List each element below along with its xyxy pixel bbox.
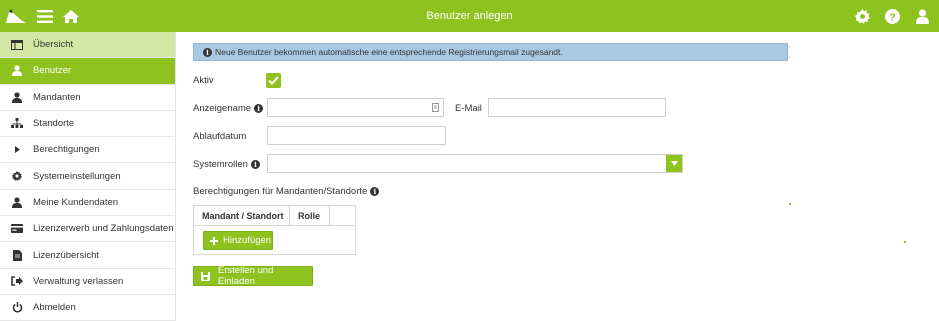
anzeigename-label: Anzeigename i [193,103,264,114]
sidebar: Übersicht Benutzer Mandanten Standorte B… [0,32,176,321]
power-icon [10,302,24,314]
sidebar-item-verwaltung-verlassen[interactable]: Verwaltung verlassen [0,269,175,295]
systemrollen-select[interactable] [267,154,683,173]
systemrollen-label: Systemrollen i [193,159,260,170]
sidebar-item-lizenzuebersicht[interactable]: Lizenzübersicht [0,242,175,269]
ablaufdatum-label: Ablaufdatum [193,131,246,142]
sidebar-item-lizenzerwerb[interactable]: Lizenzerwerb und Zahlungsdaten [0,216,175,243]
user-icon [10,65,24,77]
sidebar-item-label: Berechtigungen [33,144,100,156]
sidebar-item-label: Übersicht [33,39,74,51]
column-header-rolle: Rolle [290,206,330,225]
sitemap-icon [10,118,24,130]
chevron-down-icon[interactable] [666,155,682,172]
anzeigename-input[interactable] [267,98,444,117]
sidebar-item-uebersicht[interactable]: Übersicht [0,32,175,59]
systemrollen-label-text: Systemrollen [193,159,248,170]
sidebar-item-label: Systemeinstellungen [33,170,121,182]
create-and-invite-label: Erstellen und Einladen [217,265,274,287]
permissions-label: Berechtigungen für Mandanten/Standorte i [193,186,380,197]
add-button[interactable]: Hinzufügen [203,231,273,250]
user-icon[interactable] [909,0,935,32]
sidebar-item-label: Lizenzübersicht [33,249,100,261]
sign-out-icon [10,275,24,287]
sidebar-item-standorte[interactable]: Standorte [0,111,175,138]
users-icon [10,91,24,103]
users-icon [10,196,24,208]
column-header-mandant: Mandant / Standort [194,206,290,225]
info-banner: i Neue Benutzer bekommen automatische ei… [193,43,788,61]
aktiv-checkbox[interactable] [266,73,281,88]
email-label-text: E-Mail [455,103,482,114]
sidebar-item-label: Lizenzerwerb und Zahlungsdaten [33,223,174,235]
menu-icon[interactable] [32,0,58,32]
svg-text:?: ? [889,12,895,23]
sidebar-item-abmelden[interactable]: Abmelden [0,295,175,321]
gear-icon[interactable] [849,0,875,32]
credit-card-icon [10,223,24,235]
sidebar-item-label: Standorte [33,118,75,130]
home-icon[interactable] [58,0,84,32]
sidebar-item-mandanten[interactable]: Mandanten [0,85,175,111]
info-icon[interactable]: i [370,187,380,196]
sidebar-item-label: Meine Kundendaten [33,196,119,208]
sidebar-item-label: Abmelden [33,302,76,314]
main-content: i Neue Benutzer bekommen automatische ei… [176,32,939,321]
permissions-label-text: Berechtigungen für Mandanten/Standorte [193,186,368,197]
create-and-invite-button[interactable]: Erstellen und Einladen [193,265,313,287]
save-icon [201,271,210,281]
sidebar-item-systemeinstellungen[interactable]: Systemeinstellungen [0,163,175,190]
email-label: E-Mail [455,103,482,114]
sidebar-item-meine-kundendaten[interactable]: Meine Kundendaten [0,190,175,217]
info-text: Neue Benutzer bekommen automatische eine… [215,47,563,57]
table-icon [10,39,24,51]
top-bar: Benutzer anlegen ? [0,0,939,32]
plus-icon [210,236,218,245]
sidebar-item-label: Benutzer [33,65,72,77]
sidebar-item-label: Mandanten [33,91,81,103]
info-icon[interactable]: i [250,160,260,169]
logo-icon[interactable] [0,0,32,32]
caret-right-icon [10,144,24,156]
table-header-row: Mandant / Standort Rolle [194,206,355,226]
help-icon[interactable]: ? [879,0,905,32]
sidebar-item-benutzer[interactable]: Benutzer [0,58,175,85]
check-icon [268,76,279,85]
anzeigename-label-text: Anzeigename [193,103,252,114]
info-icon[interactable]: i [254,104,264,113]
aktiv-label-text: Aktiv [193,75,214,86]
aktiv-label: Aktiv [193,75,214,86]
ablaufdatum-label-text: Ablaufdatum [193,131,247,142]
contact-card-icon [432,103,439,114]
decorative-dot [904,241,906,243]
info-icon: i [203,47,212,57]
email-input[interactable] [488,98,666,117]
decorative-dot [789,203,791,205]
document-icon [10,249,24,261]
page-title: Benutzer anlegen [426,10,513,22]
sidebar-item-berechtigungen[interactable]: Berechtigungen [0,137,175,164]
ablaufdatum-input[interactable] [267,126,446,145]
add-button-label: Hinzufügen [223,235,272,246]
gear-icon [10,170,24,182]
sidebar-item-label: Verwaltung verlassen [33,275,124,287]
